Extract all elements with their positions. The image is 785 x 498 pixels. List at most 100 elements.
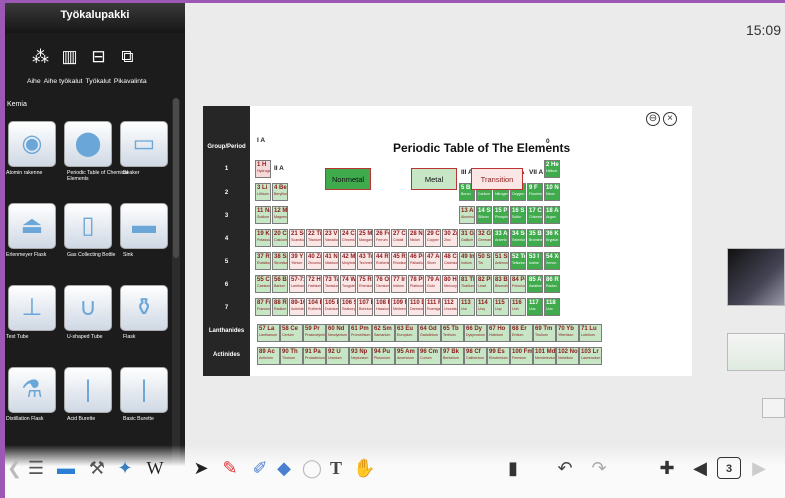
scrollbar-knob[interactable] bbox=[173, 98, 179, 258]
element-cell[interactable]: 67 Ho Holmium bbox=[487, 324, 510, 342]
element-cell[interactable]: 73 Ta Tantalum bbox=[323, 275, 339, 293]
undo-icon[interactable]: ↶ bbox=[554, 457, 576, 479]
next-page-icon[interactable]: ▶ bbox=[750, 457, 768, 479]
toolbox-item-basic-burette[interactable]: | bbox=[120, 367, 168, 413]
element-cell[interactable]: 48 CdCadmium bbox=[442, 252, 458, 270]
close-icon[interactable]: × bbox=[663, 112, 677, 126]
element-cell[interactable]: 9 F Fluorine bbox=[527, 183, 543, 201]
toolbox-item-erlenmeyer-flask[interactable]: ⏏ bbox=[8, 203, 56, 249]
element-cell[interactable]: 107 BhBohrium bbox=[357, 298, 373, 316]
element-cell[interactable]: 10 NeNeon bbox=[544, 183, 560, 201]
add-page-icon[interactable]: ✚ bbox=[656, 457, 678, 479]
element-cell[interactable]: 115 Uup bbox=[493, 298, 509, 316]
element-cell[interactable]: 94 Pu Plutonium bbox=[372, 347, 395, 365]
topic-icon[interactable]: ⁂ bbox=[31, 47, 50, 66]
panel-scrollbar[interactable] bbox=[172, 98, 180, 463]
element-cell[interactable]: 61 Pm Promethium bbox=[349, 324, 372, 342]
element-cell[interactable]: 25 MnManganese bbox=[357, 229, 373, 247]
element-cell[interactable]: 105 DbDubnium bbox=[323, 298, 339, 316]
element-cell[interactable]: 85 At Astatine bbox=[527, 275, 543, 293]
eraser-icon[interactable]: ◆ bbox=[273, 457, 295, 479]
toolbox-item-sink[interactable]: ▬ bbox=[120, 203, 168, 249]
element-cell[interactable]: 57 La Lanthanum bbox=[257, 324, 280, 342]
toolbox-item-acid-burette[interactable]: | bbox=[64, 367, 112, 413]
toolbox-item-atomin-rakenne[interactable]: ◉ bbox=[8, 121, 56, 167]
hand-icon[interactable]: ✋ bbox=[353, 457, 375, 479]
tool-label-pikavalinta[interactable]: Pikavalinta bbox=[114, 78, 147, 85]
pen-icon[interactable]: ✎ bbox=[219, 457, 241, 479]
element-cell[interactable]: 76 OsOsmium bbox=[374, 275, 390, 293]
element-cell[interactable]: 112 Ununbium bbox=[442, 298, 458, 316]
element-cell[interactable]: 49 In Indium bbox=[459, 252, 475, 270]
element-cell[interactable]: 117 Uus bbox=[527, 298, 543, 316]
element-cell[interactable]: 98 Cf Californium bbox=[464, 347, 487, 365]
element-cell[interactable]: 100 Fm Fermium bbox=[510, 347, 533, 365]
element-cell[interactable]: 33 AsArsenic bbox=[493, 229, 509, 247]
element-cell[interactable]: 70 Yb Ytterbium bbox=[556, 324, 579, 342]
element-cell[interactable]: 38 Sr Strontium bbox=[272, 252, 288, 270]
element-cell[interactable]: 92 U Uranium bbox=[326, 347, 349, 365]
toolbox-item-periodic-table-of-chemical-elements[interactable]: ⬤ bbox=[64, 121, 112, 167]
element-cell[interactable]: 60 Nd Neodymium bbox=[326, 324, 349, 342]
element-cell[interactable]: 46 PdPalladium bbox=[408, 252, 424, 270]
page-icon[interactable]: ▮ bbox=[502, 457, 524, 479]
page-number[interactable]: 3 bbox=[717, 457, 741, 479]
element-cell[interactable]: 89 Ac Actinium bbox=[257, 347, 280, 365]
element-cell[interactable]: 1 HHydrogen bbox=[255, 160, 271, 178]
slide-thumbnail[interactable] bbox=[727, 333, 785, 371]
element-cell[interactable]: 34 SeSelenium bbox=[510, 229, 526, 247]
element-cell[interactable]: 30 ZnZinc bbox=[442, 229, 458, 247]
element-cell[interactable]: 88 RaRadium bbox=[272, 298, 288, 316]
toolbox-icon[interactable]: ⊟ bbox=[89, 47, 108, 66]
whiteboard-canvas[interactable]: Työkalupakki ⁂ ▥ ⊟ ⧉ Aihe Aihe työkalut … bbox=[5, 3, 785, 498]
element-cell[interactable]: 44 RuRuthenium bbox=[374, 252, 390, 270]
element-cell[interactable]: 108 HsHassium bbox=[374, 298, 390, 316]
element-cell[interactable]: 21 ScScandium bbox=[289, 229, 305, 247]
element-cell[interactable]: 116 Uuh bbox=[510, 298, 526, 316]
element-cell[interactable]: 58 Ce Cerium bbox=[280, 324, 303, 342]
screen-icon[interactable]: ▬ bbox=[53, 457, 79, 479]
element-cell[interactable]: 26 Fe Ferrum bbox=[374, 229, 390, 247]
toolbox-item-flask[interactable]: ⚱ bbox=[120, 285, 168, 331]
prev-page-icon[interactable]: ◀ bbox=[691, 457, 709, 479]
element-cell[interactable]: 56 BaBarium bbox=[272, 275, 288, 293]
element-cell[interactable]: 31 GaGallium bbox=[459, 229, 475, 247]
element-cell[interactable]: 42 MoMolybdenum bbox=[340, 252, 356, 270]
element-cell[interactable]: 69 Tm Thulium bbox=[533, 324, 556, 342]
element-cell[interactable]: 91 Pa Protactinium bbox=[303, 347, 326, 365]
element-cell[interactable]: 18 Ar Argon bbox=[544, 206, 560, 224]
element-cell[interactable]: 59 PrPraseodymium bbox=[303, 324, 326, 342]
redo-icon[interactable]: ↷ bbox=[588, 457, 610, 479]
element-cell[interactable]: 97 Bk Berkelium bbox=[441, 347, 464, 365]
element-cell[interactable]: 39 Y Yttrium bbox=[289, 252, 305, 270]
element-cell[interactable]: 54 XeXenon bbox=[544, 252, 560, 270]
media-icon[interactable]: ✦ bbox=[113, 457, 137, 479]
element-cell[interactable]: 110 DsDarmstadtium bbox=[408, 298, 424, 316]
element-cell[interactable]: 13 AlAluminium bbox=[459, 206, 475, 224]
element-cell[interactable]: 32 GeGermanium bbox=[476, 229, 492, 247]
menu-icon[interactable]: ☰ bbox=[25, 457, 47, 479]
periodic-table-document[interactable]: Group/Period 1 2 3 4 5 6 7 Lanthanides Actinides … bbox=[203, 106, 692, 376]
element-cell[interactable]: 118 Uuo bbox=[544, 298, 560, 316]
element-cell[interactable]: 89-103 AcActinides bbox=[289, 298, 305, 316]
element-cell[interactable]: 17 Cl Chlorine bbox=[527, 206, 543, 224]
element-cell[interactable]: 71 Lu Lutetium bbox=[579, 324, 602, 342]
element-cell[interactable]: 102 No Nobelium bbox=[556, 347, 579, 365]
element-cell[interactable]: 23 VVanadium bbox=[323, 229, 339, 247]
element-cell[interactable]: 93 Np Neptunium bbox=[349, 347, 372, 365]
element-cell[interactable]: 87 Fr Francium bbox=[255, 298, 271, 316]
toolbox-item-distillation-flask[interactable]: ⚗ bbox=[8, 367, 56, 413]
element-cell[interactable]: 72 Hf Hafnium bbox=[306, 275, 322, 293]
highlighter-icon[interactable]: ✐ bbox=[249, 457, 271, 479]
element-cell[interactable]: 81 Tl Thallium bbox=[459, 275, 475, 293]
element-cell[interactable]: 114 Uuq bbox=[476, 298, 492, 316]
element-cell[interactable]: 28 Ni Nickel bbox=[408, 229, 424, 247]
tool-label-aihe-tyokalut[interactable]: Aihe työkalut bbox=[44, 78, 83, 85]
element-cell[interactable]: 29 CuCopper bbox=[425, 229, 441, 247]
element-cell[interactable]: 15 PPhosphorus bbox=[493, 206, 509, 224]
toolbox-item-u-shaped-tube[interactable]: ∪ bbox=[64, 285, 112, 331]
element-cell[interactable]: 53 I Iodine bbox=[527, 252, 543, 270]
element-cell[interactable]: 36 Kr Krypton bbox=[544, 229, 560, 247]
element-cell[interactable]: 51 SbAntimony bbox=[493, 252, 509, 270]
element-cell[interactable]: 77 Ir Iridium bbox=[391, 275, 407, 293]
